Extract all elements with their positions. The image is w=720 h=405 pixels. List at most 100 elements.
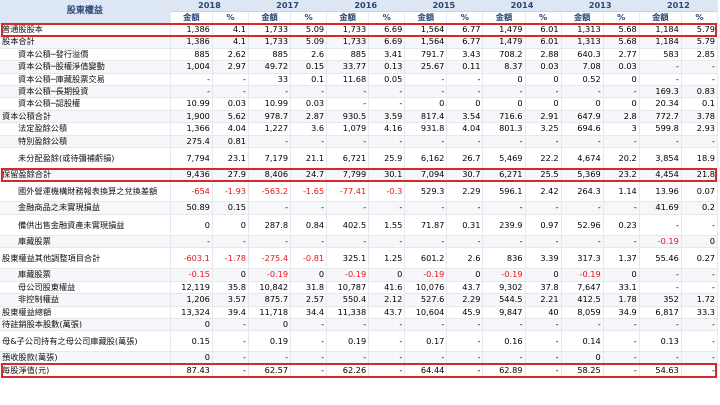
percent-cell: - xyxy=(603,318,640,332)
amount-cell: 62.57 xyxy=(248,364,292,378)
percent-cell: - xyxy=(681,281,719,295)
amount-cell: 529.3 xyxy=(404,180,448,203)
amount-header: 金額 xyxy=(482,11,526,24)
percent-cell: 26.7 xyxy=(446,147,484,170)
table-row: 非控制權益 1,206 3.57 875.7 2.57 550.4 2.12 527.6 2.2… xyxy=(0,293,719,307)
amount-cell: 7,799 xyxy=(326,168,370,182)
amount-cell: - xyxy=(326,201,370,215)
amount-cell: 325.1 xyxy=(326,247,370,270)
percent-header: % xyxy=(603,11,640,24)
amount-cell: - xyxy=(639,351,682,365)
amount-cell: - xyxy=(482,201,526,215)
percent-cell: 2.42 xyxy=(525,180,562,203)
amount-cell: 1,386 xyxy=(170,35,213,49)
percent-cell: 0.03 xyxy=(290,97,328,111)
amount-header: 金額 xyxy=(326,11,370,24)
table-row: 每股淨值(元) 87.43-62.57-62.26-64.44-62.89-58.… xyxy=(0,364,719,378)
amount-cell: -77.41 xyxy=(326,180,370,203)
percent-cell: 33.3 xyxy=(681,306,719,319)
percent-cell: - xyxy=(290,330,328,353)
amount-cell: 1,564 xyxy=(404,35,448,49)
amount-cell: 275.4 xyxy=(170,135,213,149)
table-row: 待註銷股本股數(萬張) 0-0- - - - - - - - - - - xyxy=(0,318,719,332)
amount-cell: 1,479 xyxy=(482,35,526,49)
percent-cell: 0 xyxy=(446,97,484,111)
row-label: 資本公積─發行溢價 xyxy=(0,48,171,62)
amount-cell: 596.1 xyxy=(482,180,526,203)
amount-cell: 25.67 xyxy=(404,60,448,74)
amount-cell: 708.2 xyxy=(482,48,526,62)
amount-cell: 6,162 xyxy=(404,147,448,170)
year-header: 2018 xyxy=(170,0,249,12)
row-label: 普通股股本 xyxy=(0,23,171,37)
amount-cell: 10.99 xyxy=(248,97,292,111)
percent-cell: 3 xyxy=(603,122,640,136)
percent-header: % xyxy=(368,11,406,24)
table-row: 普通股股本 1,386 4.1 1,733 5.09 1,733 6.69 1,564 6.77… xyxy=(0,23,719,37)
percent-cell: 2.29 xyxy=(446,180,484,203)
amount-cell: 1,900 xyxy=(170,110,213,124)
percent-header: % xyxy=(525,11,562,24)
percent-cell: 2.87 xyxy=(290,110,328,124)
table-row: 資本公積─長期投資 - - - - - - - - - - - -169.3 0.83 xyxy=(0,85,719,99)
percent-cell: 1.55 xyxy=(368,214,406,236)
amount-cell: 716.6 xyxy=(482,110,526,124)
percent-cell: 3.6 xyxy=(290,122,328,136)
amount-cell: 62.26 xyxy=(326,364,370,378)
percent-cell: 37.8 xyxy=(525,281,562,295)
table-row: 股東權益總額 13,324 39.4 11,718 34.4 11,338 43.7 10,6… xyxy=(0,306,719,319)
amount-cell: 0.15 xyxy=(170,330,213,353)
percent-cell: 6.77 xyxy=(446,23,484,37)
table-row: 資本公積─股權淨值變動 1,004 2.97 49.72 0.15 33.77 0.13 25… xyxy=(0,60,719,74)
percent-cell: 3.54 xyxy=(446,110,484,124)
percent-cell: 1.14 xyxy=(603,180,640,203)
amount-cell: - xyxy=(326,97,370,111)
row-label: 庫藏股票 xyxy=(0,268,171,282)
amount-cell: 817.4 xyxy=(404,110,448,124)
percent-cell: 2.91 xyxy=(525,110,562,124)
percent-cell: - xyxy=(212,318,249,332)
amount-cell: - xyxy=(639,268,682,282)
percent-cell: -1.65 xyxy=(290,180,328,203)
percent-cell: 18.9 xyxy=(681,147,719,170)
percent-cell: - xyxy=(290,235,328,249)
table-row: 庫藏股票 - - - - - - - - - - - - -0.19 0 xyxy=(0,235,719,249)
percent-cell: 5.68 xyxy=(603,35,640,49)
percent-cell: 0.23 xyxy=(603,214,640,236)
percent-cell: 0.97 xyxy=(525,214,562,236)
percent-cell: 5.79 xyxy=(681,23,719,37)
amount-cell: - xyxy=(170,73,213,87)
amount-cell: 772.7 xyxy=(639,110,682,124)
percent-cell: 2.97 xyxy=(212,60,249,74)
amount-cell: 0 xyxy=(482,73,526,87)
amount-cell: - xyxy=(561,318,604,332)
amount-cell: 4,674 xyxy=(561,147,604,170)
amount-cell: - xyxy=(561,235,604,249)
percent-cell: 4.04 xyxy=(446,122,484,136)
amount-cell: 13,324 xyxy=(170,306,213,319)
percent-cell: - xyxy=(603,201,640,215)
percent-cell: 23.1 xyxy=(212,147,249,170)
percent-cell: - xyxy=(446,85,484,99)
row-label: 母&子公司持有之母公司庫藏股(萬張) xyxy=(0,330,171,353)
percent-cell: 2.8 xyxy=(603,110,640,124)
percent-header: % xyxy=(681,11,719,24)
amount-cell: 0.17 xyxy=(404,330,448,353)
percent-cell: - xyxy=(446,330,484,353)
amount-cell: 885 xyxy=(170,48,213,62)
table-row: 金融商品之未實現損益 50.89 0.15- - - - - - - - - -41.69 0.2 xyxy=(0,201,719,215)
amount-cell: 885 xyxy=(326,48,370,62)
percent-cell: 3.39 xyxy=(525,247,562,270)
percent-cell: 3.59 xyxy=(368,110,406,124)
amount-cell: 64.44 xyxy=(404,364,448,378)
percent-header: % xyxy=(290,11,328,24)
year-header: 2017 xyxy=(248,0,328,12)
amount-cell: 599.8 xyxy=(639,122,682,136)
table-corner-label: 股東權益 xyxy=(0,0,171,24)
amount-cell: 836 xyxy=(482,247,526,270)
percent-cell: 3.57 xyxy=(212,293,249,307)
percent-cell: - xyxy=(525,364,562,378)
percent-cell: - xyxy=(681,73,719,87)
amount-cell: 5,469 xyxy=(482,147,526,170)
percent-cell: 5.09 xyxy=(290,23,328,37)
